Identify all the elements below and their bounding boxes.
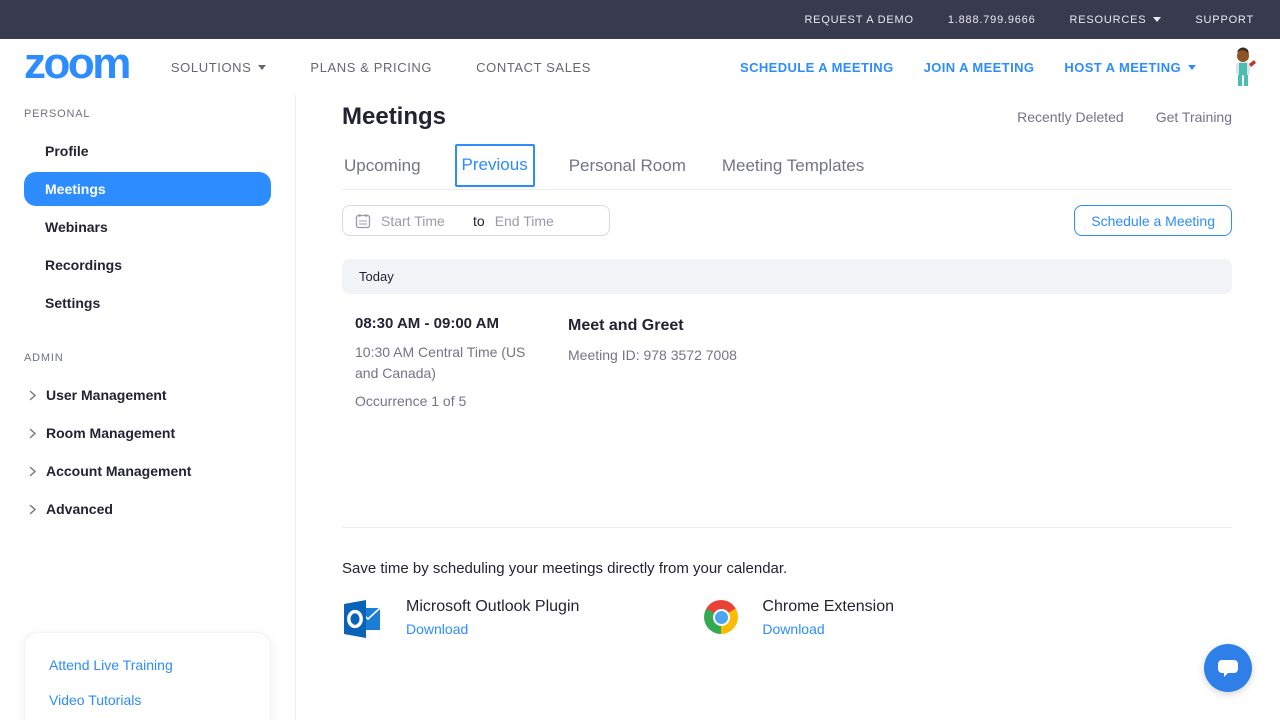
calendar-icon (355, 213, 371, 228)
sidebar-item-room-management[interactable]: Room Management (24, 416, 271, 450)
chevron-right-icon (29, 466, 37, 477)
resources-menu[interactable]: RESOURCES (1070, 14, 1162, 26)
outlook-plugin-item: Microsoft Outlook Plugin Download (342, 598, 579, 640)
meeting-list: 08:30 AM - 09:00 AM 10:30 AM Central Tim… (342, 294, 1232, 527)
sidebar-item-account-management[interactable]: Account Management (24, 454, 271, 488)
chevron-right-icon (29, 504, 37, 515)
recently-deleted-link[interactable]: Recently Deleted (1017, 109, 1124, 125)
sidebar-item-settings[interactable]: Settings (24, 286, 271, 320)
meeting-local-time: 10:30 AM Central Time (US and Canada) (355, 344, 526, 381)
chrome-extension-name: Chrome Extension (762, 598, 895, 615)
zoom-logo[interactable]: zoom (24, 42, 131, 86)
sidebar-item-user-management[interactable]: User Management (24, 378, 271, 412)
chevron-down-icon (1153, 17, 1162, 22)
phone-link[interactable]: 1.888.799.9666 (948, 14, 1036, 26)
chrome-icon (704, 600, 739, 634)
personal-section-label: PERSONAL (24, 108, 91, 120)
outlook-download-link[interactable]: Download (406, 621, 468, 637)
chrome-extension-item: Chrome Extension Download (704, 598, 894, 640)
support-link[interactable]: SUPPORT (1195, 14, 1254, 26)
date-group-header: Today (342, 259, 1232, 294)
end-time-input[interactable] (494, 212, 577, 229)
chevron-right-icon (29, 428, 37, 439)
meeting-occurrence: Occurrence 1 of 5 (355, 393, 467, 409)
training-card: Attend Live Training Video Tutorials (24, 632, 271, 720)
admin-section-label: ADMIN (24, 352, 64, 364)
tab-meeting-templates[interactable]: Meeting Templates (720, 147, 866, 189)
schedule-a-meeting-link[interactable]: SCHEDULE A MEETING (740, 60, 894, 75)
chrome-download-link[interactable]: Download (762, 621, 824, 637)
main-content: Meetings Recently Deleted Get Training U… (296, 95, 1280, 720)
sidebar: PERSONAL Profile Meetings Webinars Recor… (0, 95, 296, 720)
meeting-row[interactable]: 08:30 AM - 09:00 AM 10:30 AM Central Tim… (342, 294, 1232, 409)
sidebar-item-profile[interactable]: Profile (24, 134, 271, 168)
schedule-meeting-button[interactable]: Schedule a Meeting (1074, 205, 1232, 236)
video-tutorials-link[interactable]: Video Tutorials (25, 682, 270, 717)
sidebar-item-webinars[interactable]: Webinars (24, 210, 271, 244)
sidebar-item-meetings[interactable]: Meetings (24, 172, 271, 206)
main-nav: SOLUTIONS PLANS & PRICING CONTACT SALES (171, 60, 591, 75)
page-title: Meetings (342, 103, 447, 130)
topbar: REQUEST A DEMO 1.888.799.9666 RESOURCES … (0, 0, 1280, 39)
tab-personal-room[interactable]: Personal Room (567, 147, 688, 189)
nav-contact-sales[interactable]: CONTACT SALES (476, 60, 591, 75)
date-range-picker[interactable]: to (342, 205, 610, 236)
outlook-icon (344, 600, 381, 638)
outlook-plugin-name: Microsoft Outlook Plugin (406, 598, 580, 615)
start-time-input[interactable] (381, 212, 463, 229)
calendar-tip-text: Save time by scheduling your meetings di… (342, 560, 788, 577)
header-actions: SCHEDULE A MEETING JOIN A MEETING HOST A… (740, 47, 1258, 87)
chevron-right-icon (29, 390, 37, 401)
join-a-meeting-link[interactable]: JOIN A MEETING (924, 60, 1035, 75)
section-divider (342, 527, 1232, 528)
header: zoom SOLUTIONS PLANS & PRICING CONTACT S… (0, 39, 1280, 95)
chevron-down-icon (1188, 64, 1196, 70)
host-a-meeting-menu[interactable]: HOST A MEETING (1064, 60, 1196, 75)
tab-previous[interactable]: Previous (454, 144, 535, 187)
nav-solutions[interactable]: SOLUTIONS (171, 60, 267, 75)
request-demo-link[interactable]: REQUEST A DEMO (804, 14, 913, 26)
meeting-id: Meeting ID: 978 3572 7008 (568, 347, 737, 363)
attend-live-training-link[interactable]: Attend Live Training (25, 647, 270, 682)
get-training-link[interactable]: Get Training (1156, 109, 1232, 125)
sidebar-item-recordings[interactable]: Recordings (24, 248, 271, 282)
meeting-time-range: 08:30 AM - 09:00 AM (355, 315, 499, 332)
nav-plans-pricing[interactable]: PLANS & PRICING (310, 60, 432, 75)
chevron-down-icon (258, 64, 267, 70)
profile-avatar[interactable] (1228, 47, 1258, 87)
chat-bubble-icon (1218, 659, 1238, 677)
meetings-tabs: Upcoming Previous Personal Room Meeting … (342, 142, 1232, 190)
tab-upcoming[interactable]: Upcoming (342, 147, 423, 189)
date-range-to-label: to (473, 212, 485, 229)
sidebar-item-advanced[interactable]: Advanced (24, 492, 271, 526)
meeting-topic-link[interactable]: Meet and Greet (568, 317, 737, 335)
chat-button[interactable] (1204, 644, 1252, 692)
